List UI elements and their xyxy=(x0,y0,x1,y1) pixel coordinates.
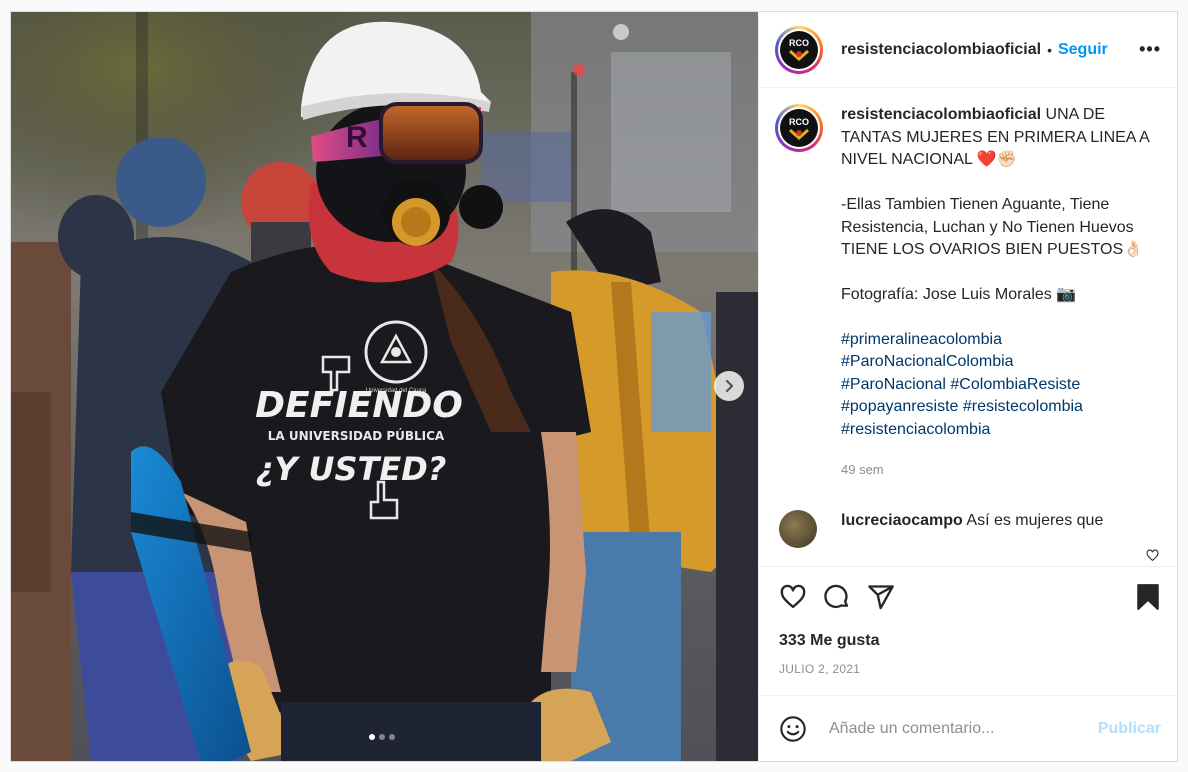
hashtag-link[interactable]: #popayanresiste xyxy=(841,398,958,415)
carousel-dot xyxy=(379,734,385,740)
publish-button[interactable]: Publicar xyxy=(1098,720,1161,738)
heart-icon xyxy=(780,584,806,608)
caption: RCO resistenciacolombiaoficial UNA DE TA… xyxy=(759,88,1177,482)
hashtag-link[interactable]: #resistecolombia xyxy=(963,398,1083,415)
hashtag-link[interactable]: #ParoNacionalColombia xyxy=(841,351,1151,374)
carousel-indicator xyxy=(369,734,395,740)
carousel-next-button[interactable] xyxy=(714,371,744,401)
shirt-line3: ¿Y USTED? xyxy=(256,450,447,488)
post-side-panel: RCO resistenciacolombiaoficial • Seguir … xyxy=(758,12,1177,761)
save-button[interactable] xyxy=(1135,583,1161,611)
chevron-right-icon xyxy=(725,379,734,393)
caption-username[interactable]: resistenciacolombiaoficial xyxy=(841,106,1041,123)
header-separator: • xyxy=(1047,41,1052,58)
goggle-text: R xyxy=(346,121,368,154)
logo-icon xyxy=(789,49,809,61)
more-options-button[interactable]: ••• xyxy=(1139,39,1161,60)
hashtag-list: #primeralineacolombia #ParoNacionalColom… xyxy=(841,329,1151,442)
share-button[interactable] xyxy=(867,583,895,611)
like-button[interactable] xyxy=(779,583,807,611)
shirt-line1: DEFIENDO xyxy=(255,385,463,426)
comment-button[interactable] xyxy=(823,583,851,611)
hashtag-link[interactable]: #primeralineacolombia xyxy=(841,329,1151,352)
comment-like-button[interactable] xyxy=(1146,549,1159,566)
hashtag-link[interactable]: #resistenciacolombia xyxy=(841,419,1151,442)
avatar-text: RCO xyxy=(789,116,809,127)
post-media[interactable]: R Universidad del Cauca DEFIENDO LA UNIV… xyxy=(11,12,758,761)
emoji-button[interactable] xyxy=(779,715,807,743)
post-photo: R Universidad del Cauca DEFIENDO LA UNIV… xyxy=(11,12,758,761)
caption-timestamp[interactable]: 49 sem xyxy=(841,459,1151,482)
comment-item: lucreciaocampo Así es mujeres que xyxy=(759,509,1177,548)
instagram-post: R Universidad del Cauca DEFIENDO LA UNIV… xyxy=(10,11,1178,762)
bookmark-icon xyxy=(1137,583,1159,610)
add-comment-bar: Publicar xyxy=(759,695,1177,761)
comment-text: Así es mujeres que xyxy=(966,511,1104,529)
emoji-icon xyxy=(780,715,806,742)
comment-username[interactable]: lucreciaocampo xyxy=(841,512,963,529)
avatar-text: RCO xyxy=(789,38,809,48)
logo-icon xyxy=(789,128,809,140)
comment-input[interactable] xyxy=(827,718,1071,739)
heart-icon xyxy=(1146,549,1159,562)
shirt-line2: LA UNIVERSIDAD PÚBLICA xyxy=(268,428,445,443)
post-header: RCO resistenciacolombiaoficial • Seguir … xyxy=(759,12,1177,88)
avatar[interactable]: RCO xyxy=(775,25,823,74)
follow-button[interactable]: Seguir xyxy=(1058,41,1108,59)
header-username[interactable]: resistenciacolombiaoficial xyxy=(841,41,1041,59)
caption-text: UNA DE TANTAS MUJERES EN PRIMERA LINEA A… xyxy=(841,106,1149,303)
caption-body: resistenciacolombiaoficial UNA DE TANTAS… xyxy=(841,104,1151,482)
likes-count[interactable]: 333 Me gusta xyxy=(759,626,1177,650)
hashtag-link[interactable]: #ParoNacional xyxy=(841,376,946,393)
post-actions xyxy=(759,566,1177,626)
comment-icon xyxy=(824,584,849,608)
avatar[interactable]: RCO xyxy=(775,104,823,152)
send-icon xyxy=(868,584,894,609)
hashtag-link[interactable]: #ColombiaResiste xyxy=(950,376,1080,393)
carousel-dot xyxy=(369,734,375,740)
comments-section: RCO resistenciacolombiaoficial UNA DE TA… xyxy=(759,88,1177,566)
carousel-dot xyxy=(389,734,395,740)
avatar[interactable] xyxy=(779,509,817,548)
post-date: JULIO 2, 2021 xyxy=(779,662,861,676)
